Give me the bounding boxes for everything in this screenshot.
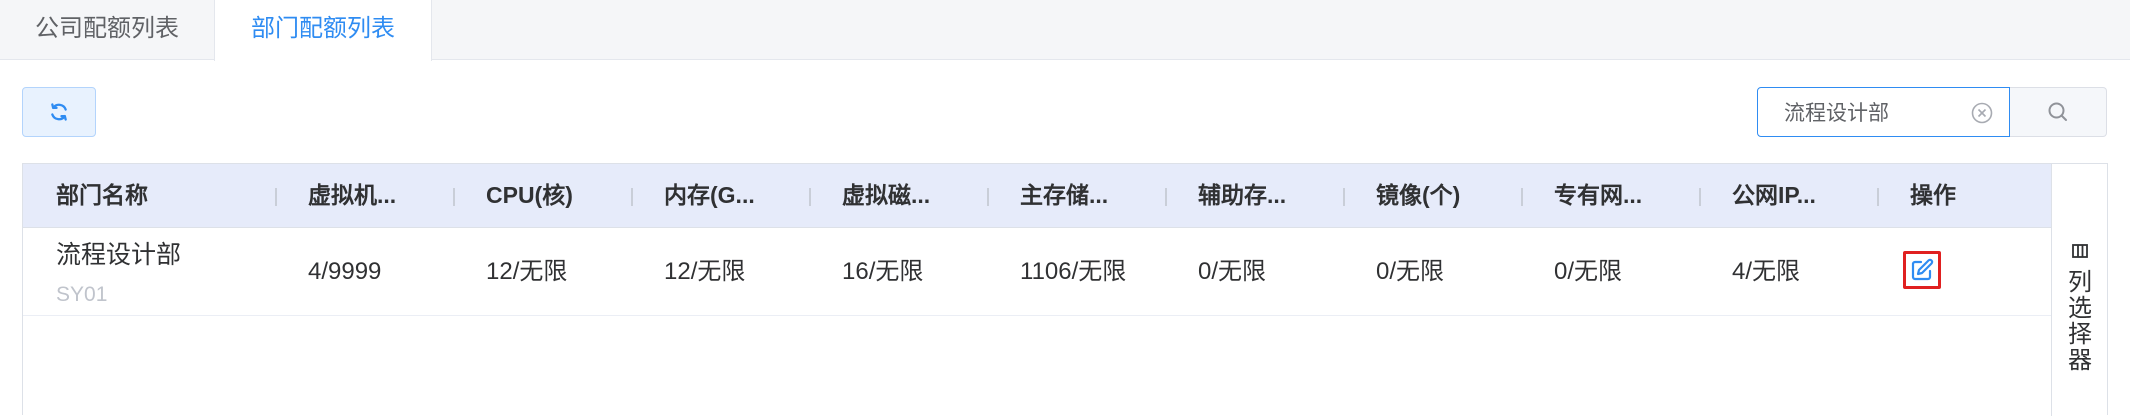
column-resize-handle[interactable] bbox=[1699, 188, 1701, 206]
search-field[interactable] bbox=[1757, 87, 2010, 137]
column-header-image[interactable]: 镜像(个) bbox=[1376, 164, 1460, 227]
column-resize-handle[interactable] bbox=[987, 188, 989, 206]
column-header-cpu[interactable]: CPU(核) bbox=[486, 164, 573, 227]
column-header-dept-name[interactable]: 部门名称 bbox=[56, 164, 148, 227]
search-icon bbox=[2048, 102, 2067, 121]
cell-private-network: 0/无限 bbox=[1554, 258, 1623, 285]
column-selector-label: 列选择器 bbox=[2068, 269, 2092, 374]
search-button[interactable] bbox=[2010, 87, 2107, 137]
cell-virtual-disk: 16/无限 bbox=[842, 258, 924, 285]
clear-circle-icon[interactable] bbox=[1970, 101, 1994, 125]
column-resize-handle[interactable] bbox=[809, 188, 811, 206]
refresh-button[interactable] bbox=[22, 87, 96, 137]
column-header-primary-storage[interactable]: 主存储... bbox=[1020, 164, 1108, 227]
columns-icon bbox=[2072, 244, 2088, 258]
column-resize-handle[interactable] bbox=[275, 188, 277, 206]
tabs-bar: 公司配额列表 部门配额列表 bbox=[0, 0, 2130, 61]
column-selector-button[interactable]: 列选择器 bbox=[2051, 164, 2107, 416]
tab-company-quota[interactable]: 公司配额列表 bbox=[0, 0, 214, 61]
column-header-memory[interactable]: 内存(G... bbox=[664, 164, 755, 227]
cell-image: 0/无限 bbox=[1376, 258, 1445, 285]
cell-vm: 4/9999 bbox=[308, 258, 382, 285]
column-resize-handle[interactable] bbox=[1165, 188, 1167, 206]
column-header-public-ip[interactable]: 公网IP... bbox=[1732, 164, 1816, 227]
quota-table: 部门名称 虚拟机... CPU(核) 内存(G... 虚拟磁... 主存储...… bbox=[22, 163, 2108, 416]
cell-cpu: 12/无限 bbox=[486, 258, 568, 285]
refresh-icon bbox=[51, 103, 67, 121]
dept-name: 流程设计部 bbox=[56, 241, 182, 269]
column-resize-handle[interactable] bbox=[453, 188, 455, 206]
edit-icon bbox=[1911, 258, 1934, 281]
column-header-vm[interactable]: 虚拟机... bbox=[308, 164, 396, 227]
column-resize-handle[interactable] bbox=[1877, 188, 1879, 206]
cell-primary-storage: 1106/无限 bbox=[1020, 258, 1127, 285]
column-resize-handle[interactable] bbox=[1343, 188, 1345, 206]
table-row[interactable]: 流程设计部 SY01 4/9999 12/无限 12/无限 16/无限 1106… bbox=[23, 228, 2051, 316]
dept-code: SY01 bbox=[56, 283, 108, 306]
column-resize-handle[interactable] bbox=[631, 188, 633, 206]
tab-department-quota[interactable]: 部门配额列表 bbox=[214, 0, 432, 61]
search-input[interactable] bbox=[1784, 88, 1964, 136]
table-header: 部门名称 虚拟机... CPU(核) 内存(G... 虚拟磁... 主存储...… bbox=[23, 164, 2051, 228]
column-resize-handle[interactable] bbox=[1521, 188, 1523, 206]
cell-public-ip: 4/无限 bbox=[1732, 258, 1801, 285]
cell-memory: 12/无限 bbox=[664, 258, 746, 285]
edit-button[interactable] bbox=[1903, 251, 1941, 289]
column-header-virtual-disk[interactable]: 虚拟磁... bbox=[842, 164, 930, 227]
column-header-secondary-storage[interactable]: 辅助存... bbox=[1198, 164, 1286, 227]
column-header-actions: 操作 bbox=[1910, 182, 1956, 208]
column-header-private-network[interactable]: 专有网... bbox=[1554, 164, 1642, 227]
cell-secondary-storage: 0/无限 bbox=[1198, 258, 1267, 285]
